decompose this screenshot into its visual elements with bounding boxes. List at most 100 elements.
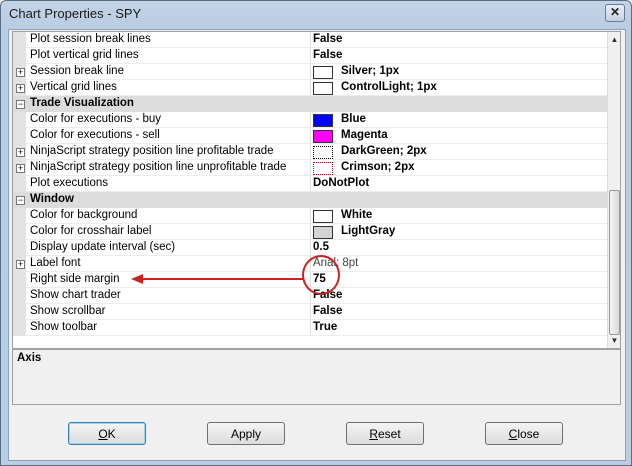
ok-mnemonic: O xyxy=(98,427,108,441)
expand-icon[interactable]: + xyxy=(16,260,25,269)
row-gutter xyxy=(13,240,26,256)
close-button[interactable]: Close xyxy=(485,422,563,445)
close-label: lose xyxy=(517,427,540,441)
row-gutter xyxy=(13,320,26,336)
apply-button[interactable]: Apply xyxy=(207,422,285,445)
property-name: Plot vertical grid lines xyxy=(30,49,139,61)
property-row[interactable]: + Session break line Silver; 1px xyxy=(13,64,607,80)
property-name: Display update interval (sec) xyxy=(30,241,176,253)
property-name: Label font xyxy=(30,257,81,269)
collapse-icon[interactable]: − xyxy=(16,196,25,205)
row-divider xyxy=(26,335,607,336)
property-value[interactable]: False xyxy=(313,305,342,317)
scrollbar-thumb[interactable] xyxy=(609,190,620,335)
column-separator xyxy=(310,48,311,64)
property-value[interactable]: Blue xyxy=(341,113,366,125)
dialog-client-area: Plot session break lines False Plot vertic… xyxy=(8,29,626,461)
property-value[interactable]: 0.5 xyxy=(313,241,329,253)
property-value[interactable]: LightGray xyxy=(341,225,395,237)
row-gutter xyxy=(13,112,26,128)
property-row[interactable]: Plot session break lines False xyxy=(13,32,607,48)
property-name: Color for executions - buy xyxy=(30,113,162,125)
property-grid: Plot session break lines False Plot vertic… xyxy=(12,31,621,349)
property-name: Plot executions xyxy=(30,177,108,189)
reset-button[interactable]: Reset xyxy=(346,422,424,445)
vertical-scrollbar[interactable]: ▲ ▼ xyxy=(607,32,620,348)
row-gutter xyxy=(13,272,26,288)
property-value[interactable]: Silver; 1px xyxy=(341,65,399,77)
annotation-arrow-icon xyxy=(131,274,303,284)
category-row[interactable]: − Window xyxy=(13,192,607,208)
expand-icon[interactable]: + xyxy=(16,68,25,77)
property-value[interactable]: Crimson; 2px xyxy=(341,161,415,173)
row-gutter xyxy=(13,288,26,304)
property-row[interactable]: Display update interval (sec) 0.5 xyxy=(13,240,607,256)
property-row[interactable]: Plot executions DoNotPlot xyxy=(13,176,607,192)
ok-button[interactable]: OK xyxy=(68,422,146,445)
color-swatch xyxy=(313,66,333,79)
property-name: NinjaScript strategy position line profi… xyxy=(30,145,274,157)
property-value[interactable]: True xyxy=(313,321,337,333)
property-row[interactable]: Color for executions - buy Blue xyxy=(13,112,607,128)
property-name: Vertical grid lines xyxy=(30,81,117,93)
expand-icon[interactable]: + xyxy=(16,148,25,157)
row-gutter xyxy=(13,48,26,64)
property-value[interactable]: False xyxy=(313,49,342,61)
property-row[interactable]: Show scrollbar False xyxy=(13,304,607,320)
column-separator xyxy=(310,32,311,48)
property-value[interactable]: White xyxy=(341,209,372,221)
property-row[interactable]: Color for crosshair label LightGray xyxy=(13,224,607,240)
color-swatch xyxy=(313,114,333,127)
column-separator xyxy=(310,240,311,256)
column-separator xyxy=(310,224,311,240)
close-icon: ✕ xyxy=(609,5,621,19)
property-value[interactable]: Magenta xyxy=(341,129,388,141)
property-row[interactable]: Color for background White xyxy=(13,208,607,224)
column-separator xyxy=(310,64,311,80)
property-row[interactable]: Plot vertical grid lines False xyxy=(13,48,607,64)
row-gutter xyxy=(13,128,26,144)
property-row[interactable]: + Vertical grid lines ControlLight; 1px xyxy=(13,80,607,96)
scroll-down-icon[interactable]: ▼ xyxy=(608,334,620,347)
property-name: Color for executions - sell xyxy=(30,129,160,141)
column-separator xyxy=(310,144,311,160)
property-name: NinjaScript strategy position line unpro… xyxy=(30,161,287,173)
property-name: Right side margin xyxy=(30,273,120,285)
color-swatch xyxy=(313,162,333,175)
property-value[interactable]: ControlLight; 1px xyxy=(341,81,437,93)
property-row[interactable]: + NinjaScript strategy position line prof… xyxy=(13,144,607,160)
property-value[interactable]: DarkGreen; 2px xyxy=(341,145,427,157)
ok-label: K xyxy=(107,427,116,441)
property-value[interactable]: False xyxy=(313,33,342,45)
property-row[interactable]: Show toolbar True xyxy=(13,320,607,336)
column-separator xyxy=(310,112,311,128)
column-separator xyxy=(310,208,311,224)
column-separator xyxy=(310,320,311,336)
category-row[interactable]: − Trade Visualization xyxy=(13,96,607,112)
description-title: Axis xyxy=(17,352,42,364)
description-panel: Axis xyxy=(12,349,621,405)
row-gutter xyxy=(13,32,26,48)
property-name: Show chart trader xyxy=(30,289,121,301)
property-name: Color for background xyxy=(30,209,138,221)
property-name: Show toolbar xyxy=(30,321,98,333)
color-swatch xyxy=(313,82,333,95)
property-name: Plot session break lines xyxy=(30,33,151,45)
column-separator xyxy=(310,160,311,176)
annotation-circle-icon xyxy=(302,255,340,295)
property-row[interactable]: + NinjaScript strategy position line unpr… xyxy=(13,160,607,176)
color-swatch xyxy=(313,226,333,239)
property-value[interactable]: DoNotPlot xyxy=(313,177,369,189)
expand-icon[interactable]: + xyxy=(16,164,25,173)
property-row[interactable]: Color for executions - sell Magenta xyxy=(13,128,607,144)
color-swatch xyxy=(313,130,333,143)
collapse-icon[interactable]: − xyxy=(16,100,25,109)
title-bar[interactable]: Chart Properties - SPY ✕ xyxy=(1,1,631,27)
close-window-button[interactable]: ✕ xyxy=(605,4,625,22)
scroll-up-icon[interactable]: ▲ xyxy=(608,33,620,46)
category-label: Trade Visualization xyxy=(30,97,134,109)
color-swatch xyxy=(313,210,333,223)
expand-icon[interactable]: + xyxy=(16,84,25,93)
column-separator xyxy=(310,80,311,96)
window-title: Chart Properties - SPY xyxy=(9,6,142,21)
